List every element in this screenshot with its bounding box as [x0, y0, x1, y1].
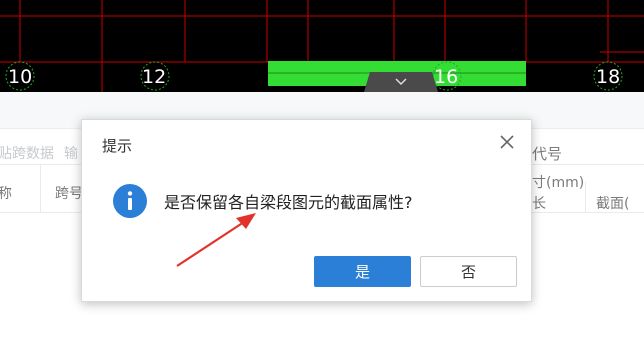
axis-label-12: 12 [142, 66, 166, 88]
axis-label-10: 10 [8, 66, 32, 88]
cad-canvas[interactable]: 10 12 16 18 [0, 0, 644, 92]
no-button-label: 否 [460, 263, 476, 281]
axis-label-18: 18 [596, 66, 620, 88]
yes-button[interactable]: 是 [314, 256, 411, 287]
yes-button-label: 是 [354, 263, 370, 281]
axis-label-16: 16 [434, 66, 458, 88]
confirm-dialog: 提示 是否保留各自梁段图元的截面属性? 是 否 [81, 119, 532, 302]
dialog-message: 是否保留各自梁段图元的截面属性? [164, 193, 413, 212]
cad-drawing: 10 12 16 18 [0, 0, 644, 92]
dialog-title: 提示 [102, 137, 133, 155]
panel-collapse-tab[interactable] [364, 72, 438, 92]
close-icon[interactable] [497, 132, 517, 152]
no-button[interactable]: 否 [420, 256, 517, 287]
info-icon [113, 184, 147, 218]
